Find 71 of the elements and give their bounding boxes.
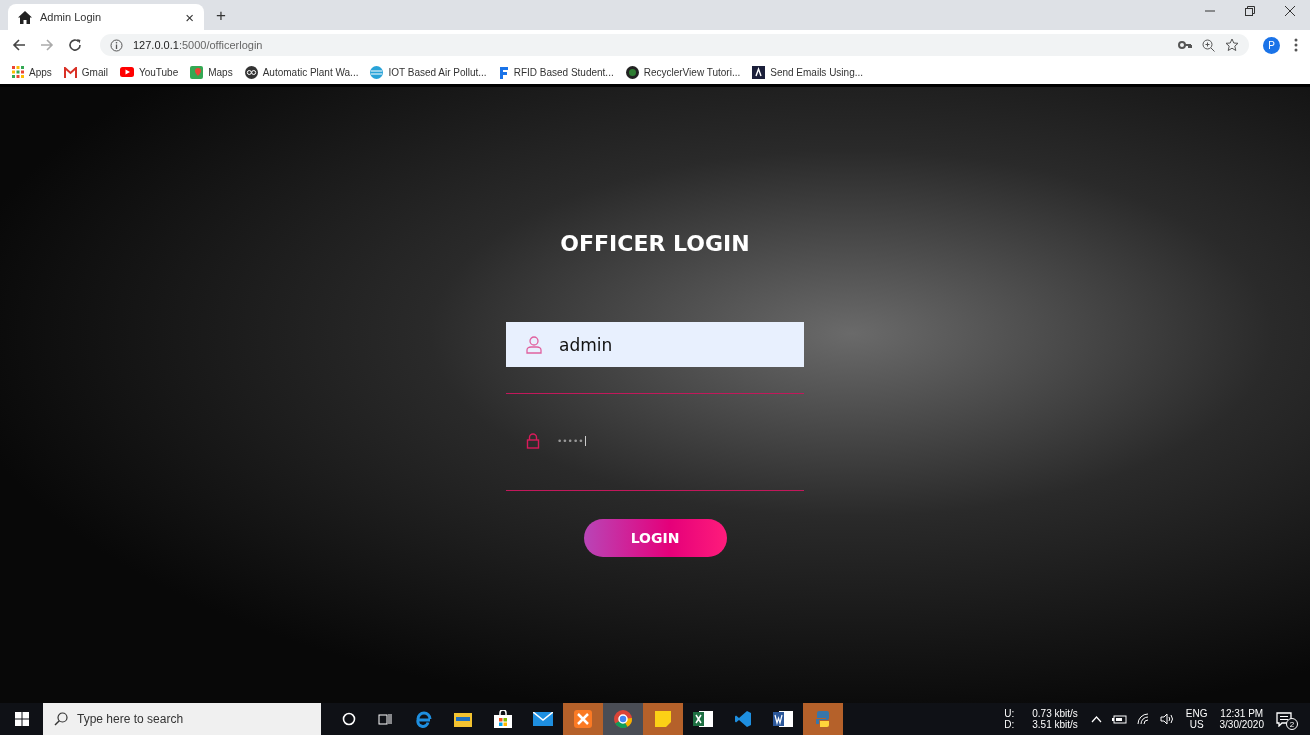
profile-avatar[interactable]: P: [1263, 36, 1280, 54]
tab-title: Admin Login: [40, 11, 103, 23]
user-icon: [526, 335, 542, 354]
python-logo-icon[interactable]: [814, 710, 832, 728]
globe-icon: [370, 65, 384, 79]
bookmark-item[interactable]: RFID Based Student...: [498, 65, 614, 79]
speaker-icon[interactable]: [1159, 713, 1175, 725]
close-tab-button[interactable]: ×: [185, 8, 194, 26]
bookmark-item[interactable]: Automatic Plant Wa...: [244, 65, 359, 79]
key-icon[interactable]: [1178, 40, 1192, 50]
upload-speed: 0.73 kbit/s: [1032, 708, 1078, 719]
word-logo-icon[interactable]: [773, 710, 793, 728]
m-letter-icon: [63, 66, 77, 78]
info-icon: [110, 38, 123, 52]
close-icon[interactable]: [1284, 4, 1296, 17]
shopping-bag-icon[interactable]: [494, 710, 512, 728]
taskbar-search-field[interactable]: Type here to search: [43, 703, 321, 735]
bookmark-item[interactable]: Send Emails Using...: [752, 65, 864, 79]
bookmark-item[interactable]: YouTube: [119, 66, 179, 78]
home-icon: [18, 10, 32, 24]
chrome-logo-icon[interactable]: [613, 709, 633, 729]
upload-label: U:: [1004, 708, 1015, 719]
cortana-circle-icon[interactable]: [342, 712, 356, 726]
sticky-note-icon[interactable]: [655, 711, 671, 727]
apps-grid-icon: [12, 66, 24, 78]
play-icon: [119, 67, 134, 77]
letter-f-icon: [498, 65, 509, 79]
bookmark-item[interactable]: IOT Based Air Pollut...: [370, 65, 487, 79]
excel-logo-icon[interactable]: [693, 710, 713, 728]
infinity-icon: [244, 65, 258, 79]
download-label: D:: [1004, 719, 1015, 730]
notification-icon[interactable]: [1276, 711, 1292, 727]
envelope-icon[interactable]: [533, 712, 553, 726]
browser-tab[interactable]: Admin Login ×: [8, 4, 204, 30]
bookmark-item[interactable]: Gmail: [63, 66, 108, 78]
login-button[interactable]: LOGIN: [583, 519, 727, 557]
zoom-icon[interactable]: [1202, 38, 1215, 52]
bookmark-item[interactable]: Maps: [190, 65, 233, 79]
search-icon: [54, 712, 68, 726]
menu-icon[interactable]: [1294, 38, 1298, 52]
round-logo-icon: [625, 65, 639, 79]
wifi-icon[interactable]: [1136, 713, 1150, 725]
edge-e-icon[interactable]: [414, 710, 432, 728]
bookmark-item[interactable]: RecyclerView Tutori...: [625, 65, 741, 79]
task-view-icon[interactable]: [378, 712, 392, 726]
star-icon[interactable]: [1225, 38, 1239, 52]
reload-icon[interactable]: [68, 38, 82, 52]
download-speed: 3.51 kbit/s: [1032, 719, 1078, 730]
folder-icon[interactable]: [454, 711, 472, 727]
new-tab-button[interactable]: +: [216, 6, 226, 26]
login-title: OFFICER LOGIN: [560, 231, 750, 256]
chevron-up-icon[interactable]: [1090, 715, 1102, 723]
map-pin-icon: [190, 65, 204, 79]
windows-start-icon[interactable]: [15, 712, 29, 726]
language-indicator[interactable]: ENG: [1185, 708, 1208, 719]
square-logo-icon: [752, 65, 766, 79]
notification-count-badge: 2: [1286, 718, 1298, 730]
restore-icon[interactable]: [1244, 4, 1256, 17]
region-indicator[interactable]: US: [1189, 719, 1204, 730]
bookmark-item[interactable]: Apps: [12, 66, 52, 78]
back-arrow-icon[interactable]: [12, 38, 26, 52]
password-field[interactable]: •••••: [506, 418, 804, 463]
address-bar[interactable]: 127.0.0.1:5000/officerlogin: [100, 34, 1249, 56]
username-field[interactable]: admin: [506, 322, 804, 367]
clock-date[interactable]: 3/30/2020: [1219, 719, 1264, 730]
vscode-logo-icon[interactable]: [734, 710, 752, 728]
clock-time[interactable]: 12:31 PM: [1220, 708, 1264, 719]
xampp-logo-icon[interactable]: [574, 710, 592, 728]
battery-icon[interactable]: [1111, 714, 1127, 724]
lock-icon: [526, 432, 540, 449]
url-text: 127.0.0.1:5000/officerlogin: [133, 39, 263, 51]
